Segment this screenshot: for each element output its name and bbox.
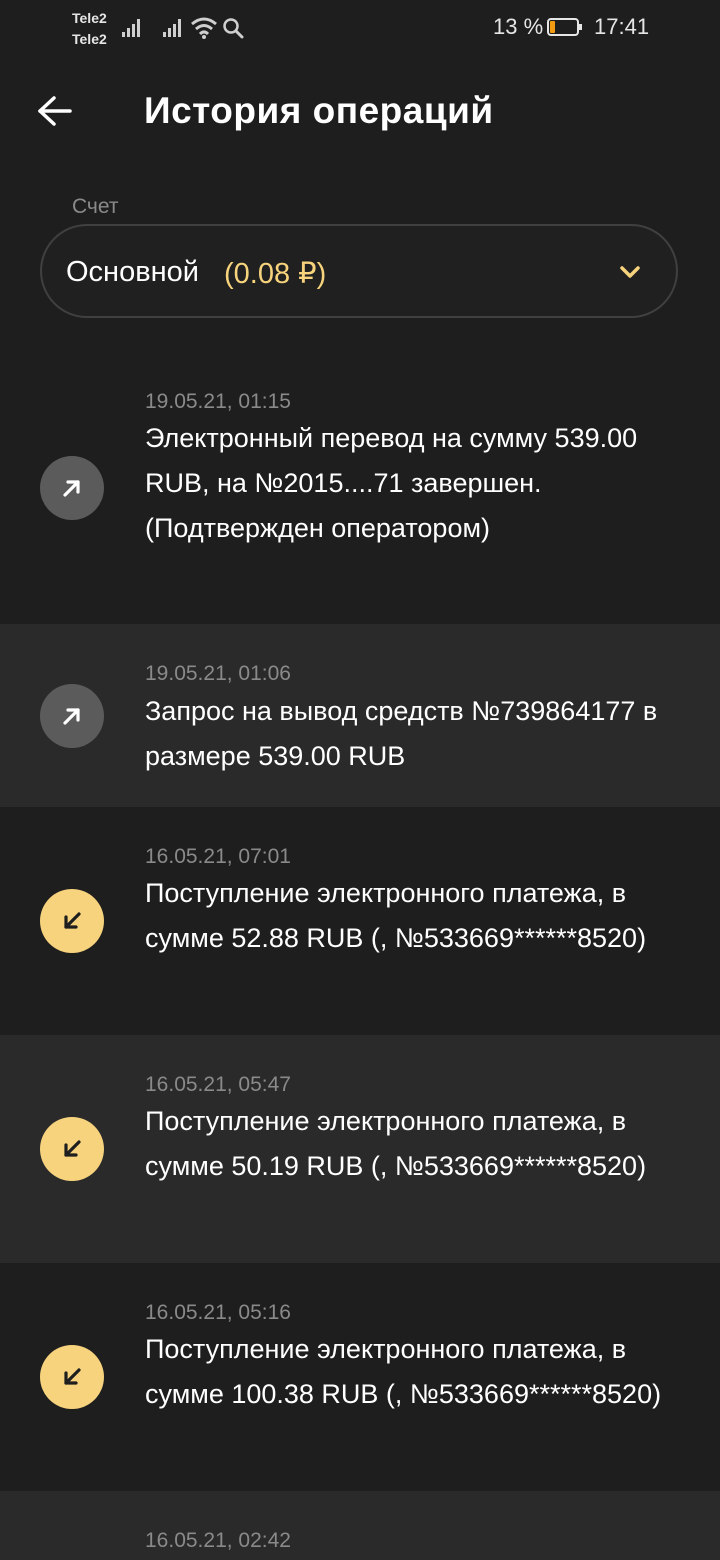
operation-text: Поступление электронного платежа, в сумм… bbox=[145, 1106, 647, 1181]
signal-icon bbox=[122, 19, 140, 37]
operation-date: 16.05.21, 05:16 bbox=[145, 1301, 291, 1324]
operation-item[interactable]: 19.05.21, 01:06 Запрос на вывод средств … bbox=[0, 624, 720, 807]
account-name: Основной bbox=[66, 256, 199, 288]
operation-direction-badge bbox=[40, 1345, 104, 1409]
arrow-up-right-icon bbox=[63, 480, 80, 497]
operation-item[interactable]: 19.05.21, 01:15 Электронный перевод на с… bbox=[0, 352, 720, 624]
search-icon bbox=[223, 18, 244, 39]
carrier-1: Tele2 bbox=[72, 10, 107, 26]
arrow-down-left-icon bbox=[64, 1368, 81, 1385]
operation-date: 16.05.21, 05:47 bbox=[145, 1073, 291, 1096]
operation-item[interactable]: 16.05.21, 05:47 Поступление электронного… bbox=[0, 1035, 720, 1263]
status-bar: Tele2 Tele2 13 % 17:41 bbox=[0, 0, 720, 60]
page-title: История операций bbox=[144, 90, 494, 131]
arrow-down-left-icon bbox=[64, 1140, 81, 1157]
wifi-icon bbox=[191, 17, 217, 39]
operation-text: Поступление электронного платежа, в сумм… bbox=[145, 878, 647, 953]
arrow-up-right-icon bbox=[63, 708, 80, 725]
operation-date: 19.05.21, 01:06 bbox=[145, 662, 291, 685]
status-clock: 17:41 bbox=[594, 14, 650, 39]
operation-item[interactable]: 16.05.21, 07:01 Поступление электронного… bbox=[0, 807, 720, 1035]
battery-percent: 13 % bbox=[493, 14, 544, 39]
battery-icon bbox=[547, 18, 582, 36]
account-dropdown[interactable]: Основной (0.08 ₽) bbox=[40, 224, 678, 318]
operation-direction-badge bbox=[40, 456, 104, 520]
operation-direction-badge bbox=[40, 1117, 104, 1181]
back-button[interactable] bbox=[30, 88, 80, 134]
arrow-down-left-icon bbox=[64, 912, 81, 929]
operation-item[interactable]: 16.05.21, 05:16 Поступление электронного… bbox=[0, 1263, 720, 1491]
operation-date: 16.05.21, 07:01 bbox=[145, 845, 291, 868]
operation-text: Запрос на вывод средств №739864177 в раз… bbox=[145, 696, 658, 771]
arrow-left-icon bbox=[38, 96, 72, 126]
screen: Tele2 Tele2 13 % 17:41 История операций … bbox=[0, 0, 720, 1560]
operation-direction-badge bbox=[40, 684, 104, 748]
operation-direction-badge bbox=[40, 889, 104, 953]
operation-date: 16.05.21, 02:42 bbox=[145, 1529, 291, 1552]
operation-item[interactable]: 16.05.21, 02:42 bbox=[0, 1491, 720, 1560]
chevron-down-icon bbox=[620, 266, 640, 278]
account-label: Счет bbox=[72, 195, 119, 218]
operation-date: 19.05.21, 01:15 bbox=[145, 390, 291, 413]
signal-icon bbox=[163, 19, 181, 37]
account-balance: (0.08 ₽) bbox=[224, 258, 327, 290]
operation-text: Поступление электронного платежа, в сумм… bbox=[145, 1334, 662, 1409]
operation-text: Электронный перевод на сумму 539.00 RUB,… bbox=[145, 423, 638, 543]
carrier-2: Tele2 bbox=[72, 31, 107, 47]
carrier-labels: Tele2 Tele2 bbox=[72, 8, 107, 50]
